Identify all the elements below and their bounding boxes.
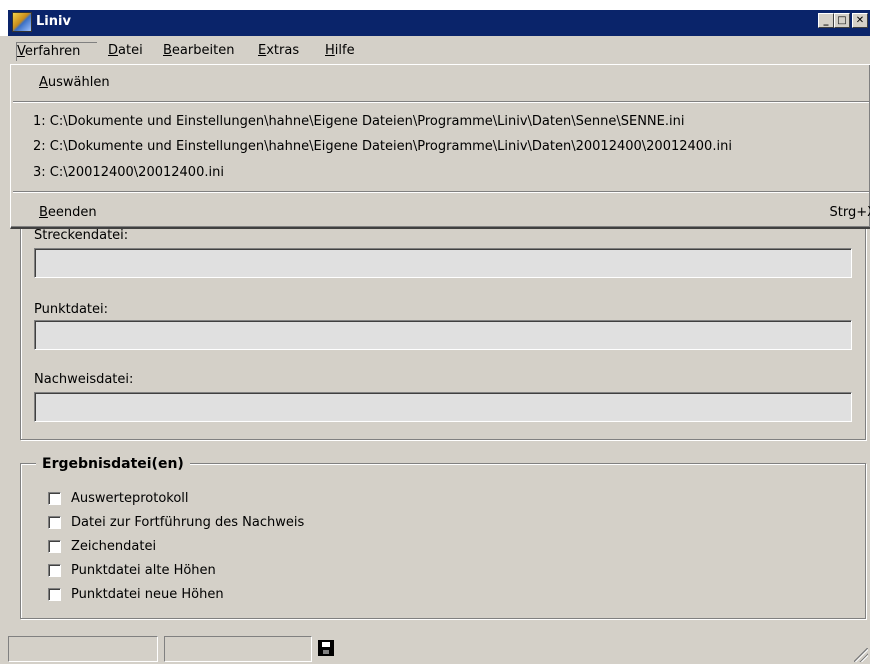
app-icon[interactable] bbox=[12, 12, 32, 32]
menu-bearbeiten[interactable]: Bearbeiten bbox=[163, 42, 234, 60]
floppy-disk-icon bbox=[318, 640, 334, 656]
checkbox[interactable] bbox=[48, 563, 61, 577]
status-bar bbox=[0, 634, 870, 664]
menu-datei[interactable]: Datei bbox=[108, 42, 143, 60]
maximize-button[interactable]: □ bbox=[834, 13, 850, 28]
nachweisdatei-field[interactable] bbox=[34, 392, 852, 422]
menu-item-recent-1[interactable]: 1: C:\Dokumente und Einstellungen\hahne\… bbox=[33, 112, 684, 132]
punktdatei-label: Punktdatei: bbox=[34, 302, 109, 317]
verfahren-dropdown-menu: Auswählen 1: C:\Dokumente und Einstellun… bbox=[10, 64, 870, 229]
menu-shortcut-beenden: Strg+X bbox=[829, 205, 870, 220]
checkbox-label: Zeichendatei bbox=[71, 538, 157, 554]
resize-grip-icon[interactable] bbox=[854, 648, 868, 662]
menu-item-recent-2[interactable]: 2: C:\Dokumente und Einstellungen\hahne\… bbox=[33, 137, 732, 157]
streckendatei-field[interactable] bbox=[34, 248, 852, 278]
checkbox-label: Datei zur Fortführung des Nachweis bbox=[71, 514, 305, 530]
menu-bar: Verfahren Datei Bearbeiten Extras Hilfe bbox=[8, 36, 870, 64]
result-files-legend: Ergebnisdatei(en) bbox=[36, 454, 190, 474]
menu-verfahren[interactable]: Verfahren bbox=[16, 42, 97, 61]
menu-item-auswaehlen[interactable]: Auswählen bbox=[39, 73, 110, 93]
streckendatei-label: Streckendatei: bbox=[34, 228, 129, 243]
checkbox-label: Punktdatei neue Höhen bbox=[71, 586, 224, 602]
check-auswerteprotokoll[interactable]: Auswerteprotokoll bbox=[48, 489, 189, 507]
checkbox[interactable] bbox=[48, 515, 61, 529]
menu-hilfe[interactable]: Hilfe bbox=[325, 42, 355, 60]
punktdatei-field[interactable] bbox=[34, 320, 852, 350]
checkbox-label: Auswerteprotokoll bbox=[71, 490, 189, 506]
minimize-button[interactable]: _ bbox=[818, 13, 834, 28]
checkbox[interactable] bbox=[48, 539, 61, 553]
check-fortfuehrung[interactable]: Datei zur Fortführung des Nachweis bbox=[48, 513, 304, 531]
check-punktdatei-neu[interactable]: Punktdatei neue Höhen bbox=[48, 585, 224, 603]
status-panel-1 bbox=[8, 636, 158, 662]
window-title: Liniv bbox=[36, 14, 71, 29]
nachweisdatei-label: Nachweisdatei: bbox=[34, 372, 134, 387]
menu-extras[interactable]: Extras bbox=[258, 42, 299, 60]
check-punktdatei-alt[interactable]: Punktdatei alte Höhen bbox=[48, 561, 216, 579]
checkbox-label: Punktdatei alte Höhen bbox=[71, 562, 216, 578]
checkbox[interactable] bbox=[48, 587, 61, 601]
menu-separator bbox=[13, 191, 869, 193]
title-bar-background bbox=[8, 10, 870, 36]
menu-item-recent-3[interactable]: 3: C:\20012400\20012400.ini bbox=[33, 163, 224, 183]
checkbox[interactable] bbox=[48, 491, 61, 505]
close-button[interactable]: ✕ bbox=[852, 13, 868, 28]
menu-separator bbox=[13, 101, 869, 103]
check-zeichendatei[interactable]: Zeichendatei bbox=[48, 537, 156, 555]
menu-item-beenden[interactable]: Beenden bbox=[39, 203, 97, 223]
title-bar: Liniv _ □ ✕ bbox=[0, 0, 870, 36]
status-panel-2 bbox=[164, 636, 312, 662]
